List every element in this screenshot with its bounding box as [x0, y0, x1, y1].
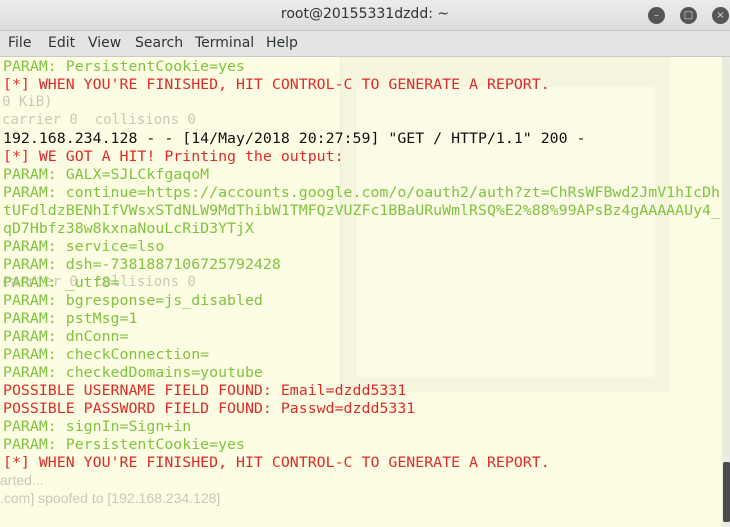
window-title: root@20155331dzdd: ~: [280, 6, 450, 22]
menu-file[interactable]: File: [8, 35, 31, 51]
menu-view[interactable]: View: [88, 35, 121, 51]
terminal-line: [*] WHEN YOU'RE FINISHED, HIT CONTROL-C …: [3, 454, 550, 471]
maximize-button[interactable]: □: [680, 7, 697, 24]
terminal-line: POSSIBLE USERNAME FIELD FOUND: Email=dzd…: [3, 382, 407, 399]
terminal-line: PARAM: bgresponse=js_disabled: [3, 292, 263, 309]
terminal-line: PARAM: PersistentCookie=yes: [3, 58, 245, 75]
terminal-line: POSSIBLE PASSWORD FIELD FOUND: Passwd=dz…: [3, 400, 416, 417]
terminal-line: PARAM: checkedDomains=youtube: [3, 364, 263, 381]
menu-search[interactable]: Search: [135, 35, 183, 51]
terminal-line: PARAM: _utf8=: [3, 274, 120, 291]
terminal-line: PARAM: PersistentCookie=yes: [3, 436, 245, 453]
terminal-line: PARAM: dsh=-7381887106725792428: [3, 256, 281, 273]
menu-bar: File Edit View Search Terminal Help: [0, 31, 730, 57]
terminal-line: [*] WHEN YOU'RE FINISHED, HIT CONTROL-C …: [3, 76, 550, 93]
terminal-line: PARAM: pstMsg=1: [3, 310, 138, 327]
title-bar: root@20155331dzdd: ~ – □ ×: [0, 0, 730, 31]
menu-terminal[interactable]: Terminal: [195, 35, 254, 51]
scrollbar-thumb[interactable]: [723, 462, 730, 522]
menu-help[interactable]: Help: [266, 35, 298, 51]
terminal-line: PARAM: dnConn=: [3, 328, 129, 345]
terminal-line: [*] WE GOT A HIT! Printing the output:: [3, 148, 344, 165]
menu-edit[interactable]: Edit: [48, 35, 75, 51]
terminal-line: PARAM: checkConnection=: [3, 346, 210, 363]
terminal-line: 192.168.234.128 - - [14/May/2018 20:27:5…: [3, 130, 586, 147]
minimize-button[interactable]: –: [648, 7, 665, 24]
background-text: 0 KiB): [2, 94, 53, 110]
background-text: carrier 0 collisions 0: [2, 112, 196, 128]
terminal-line: PARAM: continue=https://accounts.google.…: [3, 184, 720, 201]
terminal-line: tUFdldzBENhIfVWsxSTdNLW9MdThibW1TMFQzVUZ…: [3, 202, 720, 219]
terminal-line: PARAM: GALX=SJLCkfgaqoM: [3, 166, 210, 183]
terminal-output[interactable]: 0 KiB) carrier 0 collisions 0 carrier 0 co…: [0, 57, 722, 527]
close-button[interactable]: ×: [712, 7, 729, 24]
terminal-line: qD7Hbfz38w8kxnaNouLcRiD3YTjX: [3, 220, 254, 237]
background-text: .com] spoofed to [192.168.234.128]: [0, 490, 221, 506]
background-text: arted...: [0, 472, 44, 488]
terminal-line: PARAM: service=lso: [3, 238, 165, 255]
terminal-line: PARAM: signIn=Sign+in: [3, 418, 192, 435]
scrollbar[interactable]: [722, 57, 730, 527]
